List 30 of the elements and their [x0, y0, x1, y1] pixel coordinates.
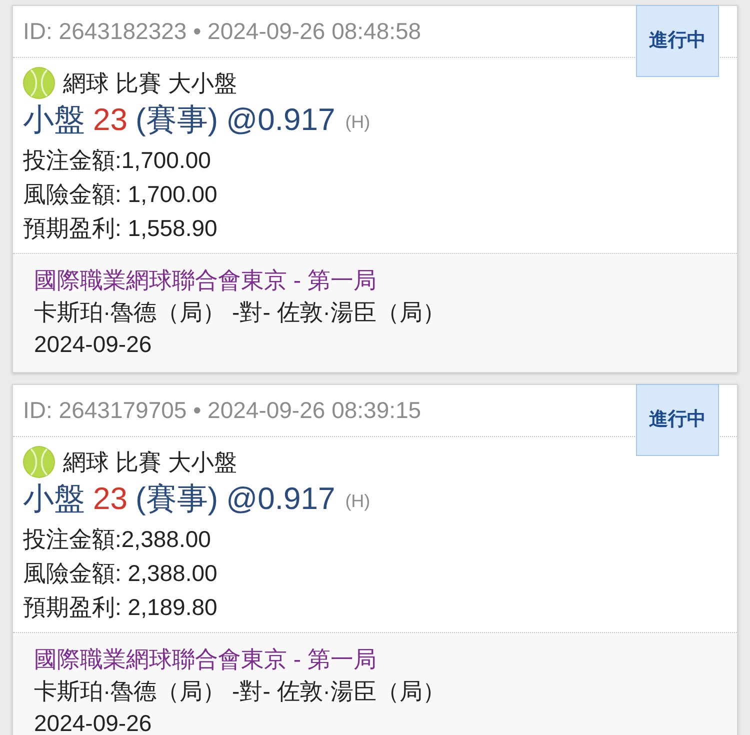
amount-line: 投注金額:1,700.00	[23, 146, 211, 175]
amount-line: 預期盈利: 1,558.90	[23, 214, 218, 243]
selection: 小盤	[23, 101, 85, 140]
bet-id-time: ID: 2643179705 • 2024-09-26 08:39:15	[23, 396, 422, 426]
period: (賽事)	[135, 101, 218, 140]
bet-id-time: ID: 2643182323 • 2024-09-26 08:48:58	[23, 17, 422, 46]
amount-line: 風險金額: 2,388.00	[23, 558, 218, 588]
league: 國際職業網球聯合會東京 - 第一局	[34, 644, 376, 674]
sport-market: 網球 比賽 大小盤	[63, 68, 237, 98]
match-date: 2024-09-26	[34, 708, 152, 735]
handicap-line: 23	[93, 101, 128, 140]
handicap-line: 23	[93, 480, 128, 518]
status-badge: 進行中	[636, 384, 719, 456]
tennis-ball-icon	[23, 446, 55, 478]
match-date: 2024-09-26	[34, 330, 152, 359]
sport-market: 網球 比賽 大小盤	[63, 448, 237, 477]
selection: 小盤	[23, 480, 85, 518]
odds: @0.917	[226, 101, 336, 140]
amount-line: 投注金額:2,388.00	[23, 524, 211, 554]
matchup: 卡斯珀·魯德（局） -對- 佐敦·湯臣（局）	[34, 676, 446, 706]
league: 國際職業網球聯合會東京 - 第一局	[34, 266, 376, 295]
amount-line: 預期盈利: 2,189.80	[23, 592, 218, 622]
odds: @0.917	[226, 480, 336, 518]
period: (賽事)	[135, 480, 218, 518]
status-badge: 進行中	[636, 5, 719, 77]
matchup: 卡斯珀·魯德（局） -對- 佐敦·湯臣（局）	[34, 298, 446, 327]
amount-line: 風險金額: 1,700.00	[23, 180, 218, 209]
odds-format: (H)	[345, 111, 370, 134]
odds-format: (H)	[345, 490, 370, 513]
tennis-ball-icon	[23, 67, 55, 99]
